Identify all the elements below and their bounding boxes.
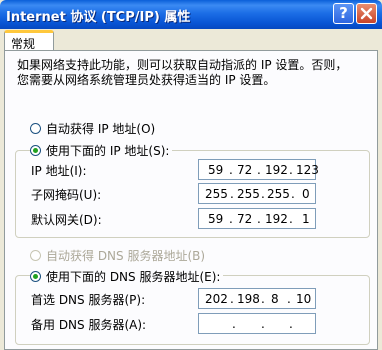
ip-octet: 192 [265,212,288,226]
title-bar[interactable]: Internet 协议 (TCP/IP) 属性 ? [0,0,382,29]
radio-button-selected[interactable] [30,270,41,282]
tab-general[interactable]: 常规 [4,30,54,51]
default-gateway-field[interactable]: 59 . 72 . 192 . 1 [198,208,316,229]
manual-ip-radio[interactable]: 使用下面的 IP 地址(S): [30,142,173,158]
radio-button-selected[interactable] [30,144,41,156]
auto-dns-label: 自动获得 DNS 服务器地址(B) [46,248,206,263]
ip-octet: 192 [265,163,288,177]
radio-button[interactable] [30,122,41,134]
manual-dns-radio[interactable]: 使用下面的 DNS 服务器地址(E): [30,268,224,284]
ip-octet: 255 [205,187,228,201]
subnet-mask-field[interactable]: 255 . 255 . 255 . 0 [198,183,316,204]
ip-octet: 255 [237,187,260,201]
subnet-mask-label: 子网掩码(U): [31,188,102,202]
ip-octet: 123 [296,163,319,177]
manual-ip-label: 使用下面的 IP 地址(S): [46,143,170,158]
alternate-dns-field[interactable]: . . . [198,313,316,334]
alternate-dns-label: 备用 DNS 服务器(A): [31,318,147,332]
ip-octet: 72 [237,163,253,177]
help-icon: ? [339,4,348,22]
auto-ip-radio[interactable]: 自动获得 IP 地址(O) [30,120,159,136]
ip-octet: 72 [237,212,253,226]
description-text: 如果网络支持此功能，则可以获取自动指派的 IP 设置。否则， 您需要从网络系统管… [17,58,367,88]
auto-ip-label: 自动获得 IP 地址(O) [46,121,156,136]
ip-octet: 59 [208,212,224,226]
ip-address-label: IP 地址(I): [31,164,87,178]
manual-dns-label: 使用下面的 DNS 服务器地址(E): [46,269,221,284]
close-icon [360,7,373,20]
ip-octet: 255 [267,187,290,201]
preferred-dns-label: 首选 DNS 服务器(P): [31,293,146,307]
radio-button-disabled [30,249,41,261]
ip-octet: 1 [302,212,310,226]
window-title: Internet 协议 (TCP/IP) 属性 [6,10,191,25]
close-button[interactable] [356,3,377,24]
ip-octet: 59 [208,163,224,177]
ip-octet: 0 [302,187,310,201]
default-gateway-label: 默认网关(D): [31,213,102,227]
ip-octet: 202 [205,292,228,306]
dns-server-group [15,275,370,345]
auto-dns-radio[interactable]: 自动获得 DNS 服务器地址(B) [30,247,209,263]
description-line: 您需要从网络系统管理员处获得适当的 IP 设置。 [17,73,276,87]
ip-octet: 8 [271,292,279,306]
ip-address-field[interactable]: 59 . 72 . 192 . 123 [198,159,319,180]
ip-octet: 10 [296,292,312,306]
description-line: 如果网络支持此功能，则可以获取自动指派的 IP 设置。否则， [17,58,348,72]
help-button[interactable]: ? [333,3,354,24]
ip-octet: 198 [237,292,260,306]
preferred-dns-field[interactable]: 202 . 198 . 8 . 10 [198,288,316,309]
